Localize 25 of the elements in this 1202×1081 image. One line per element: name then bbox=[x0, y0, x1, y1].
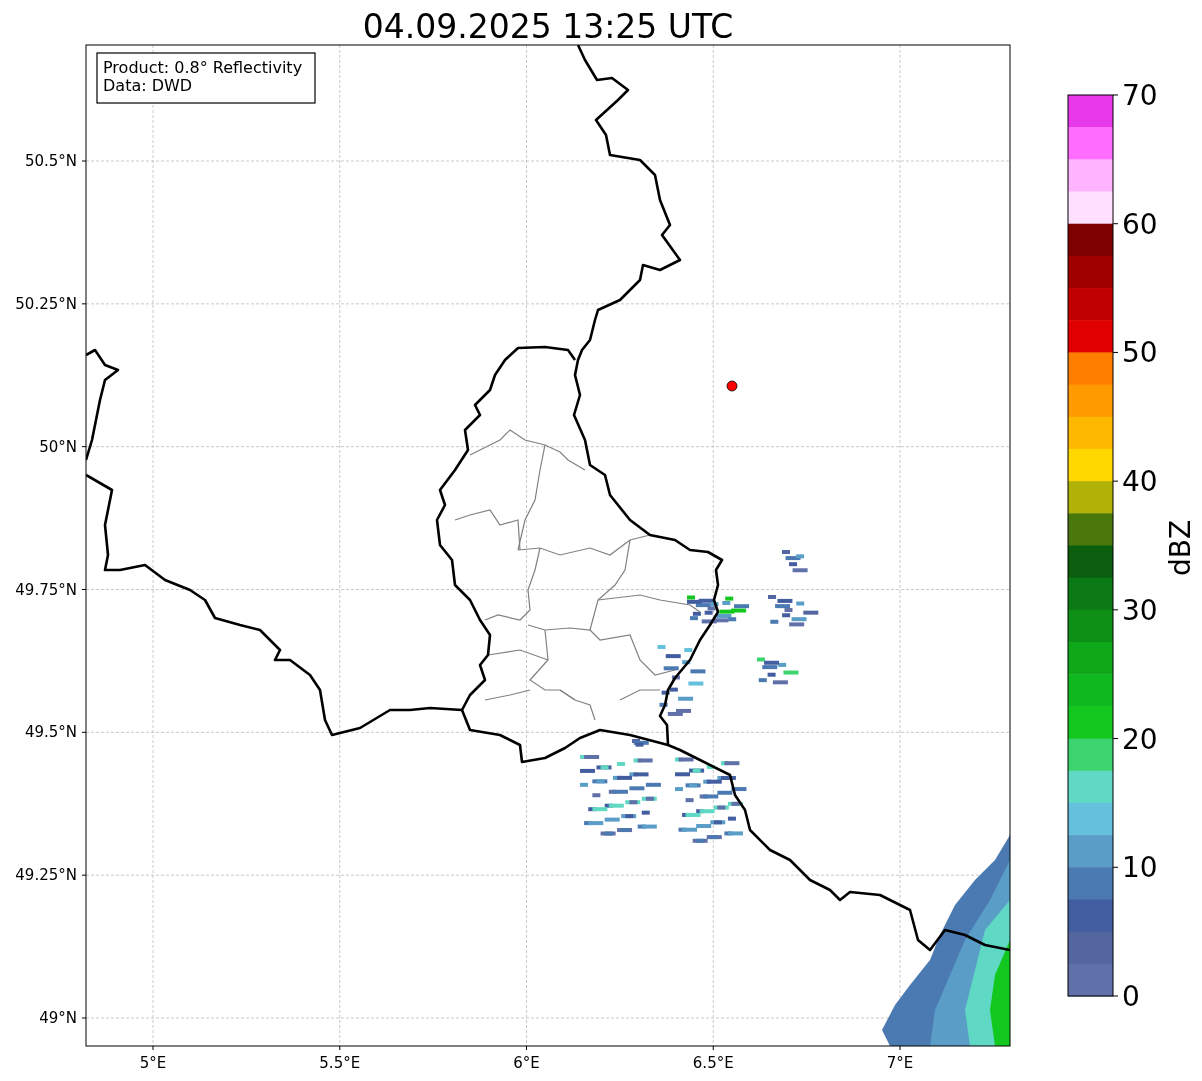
colorbar-label: dBZ bbox=[1164, 519, 1197, 577]
colorbar-tick-label: 50 bbox=[1122, 336, 1158, 370]
colorbar-tick-label: 40 bbox=[1122, 465, 1158, 499]
latitude-label: 50°N bbox=[39, 437, 77, 456]
colorbar-tick-label: 60 bbox=[1122, 207, 1158, 241]
latitude-label: 50.25°N bbox=[15, 294, 77, 313]
longitude-label: 7°E bbox=[886, 1054, 914, 1072]
longitude-label: 5.5°E bbox=[319, 1054, 361, 1072]
colorbar-tick-label: 0 bbox=[1122, 980, 1140, 1013]
station-marker-icon bbox=[726, 380, 738, 392]
latitude-label: 49.75°N bbox=[15, 580, 77, 599]
colorbar-tick-label: 20 bbox=[1122, 722, 1158, 756]
colorbar-tick-label: 70 bbox=[1122, 79, 1158, 112]
longitude-label: 6.5°E bbox=[692, 1054, 734, 1072]
longitude-label: 5°E bbox=[139, 1054, 167, 1072]
latitude-label: 49.5°N bbox=[24, 723, 77, 742]
latitude-label: 49.25°N bbox=[15, 866, 77, 885]
longitude-label: 6°E bbox=[513, 1054, 540, 1072]
info-text: Data: DWD bbox=[103, 76, 193, 95]
colorbar-tick-label: 10 bbox=[1122, 851, 1158, 885]
info-text: Product: 0.8° Reflectivity bbox=[103, 58, 303, 77]
plot-title: 04.09.2025 13:25 UTC bbox=[362, 7, 734, 46]
colorbar-tick-label: 30 bbox=[1122, 593, 1158, 627]
latitude-label: 50.5°N bbox=[24, 152, 77, 170]
latitude-label: 49°N bbox=[39, 1009, 77, 1027]
